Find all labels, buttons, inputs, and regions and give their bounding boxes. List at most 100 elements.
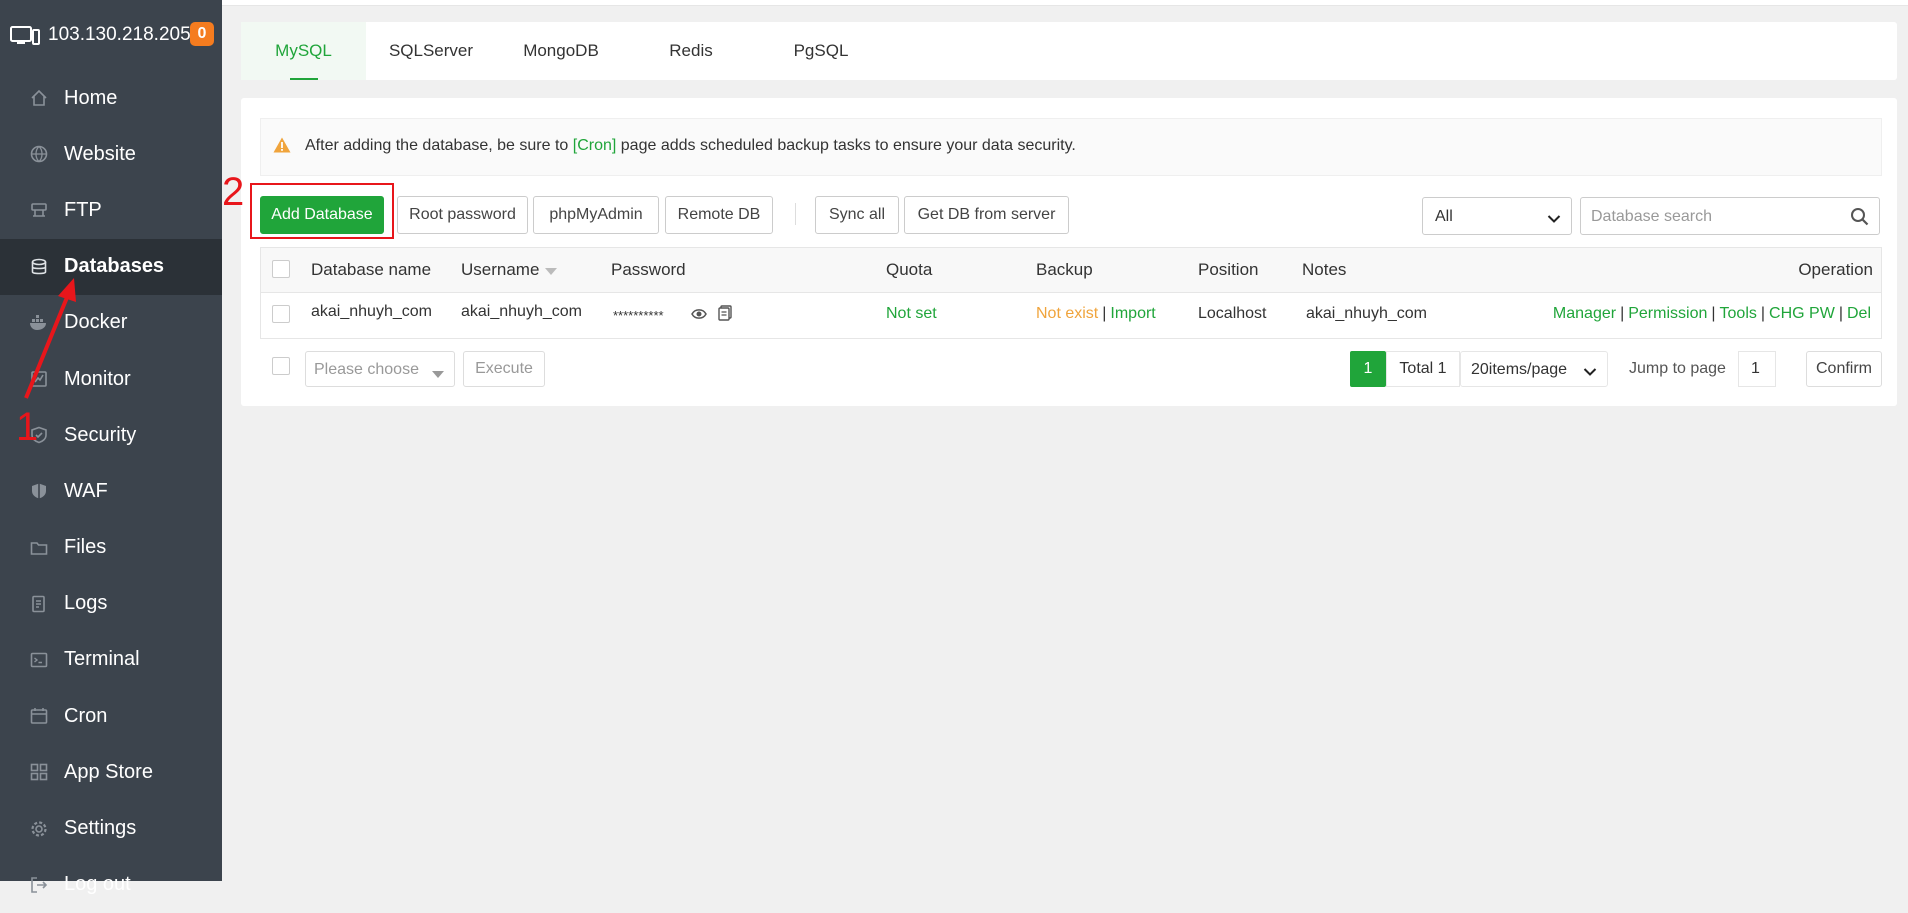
password-masked: ********** xyxy=(613,308,664,323)
logout-icon xyxy=(29,875,49,895)
sidebar-item-waf[interactable]: WAF xyxy=(0,463,222,519)
page-size-value: 20items/page xyxy=(1471,361,1568,378)
toolbar-divider xyxy=(795,203,796,225)
filter-value: All xyxy=(1435,208,1453,225)
tab-label: MongoDB xyxy=(523,41,599,60)
annotation-highlight-box xyxy=(250,183,394,239)
search-placeholder: Database search xyxy=(1591,208,1712,225)
sidebar-item-label: Terminal xyxy=(64,648,140,671)
backup-alert: After adding the database, be sure to [C… xyxy=(260,118,1882,176)
confirm-button[interactable]: Confirm xyxy=(1806,351,1882,387)
sort-caret-icon xyxy=(545,261,558,281)
db-type-tabs: MySQL SQLServer MongoDB Redis PgSQL xyxy=(241,22,1897,80)
quota-link[interactable]: Not set xyxy=(886,305,937,323)
tools-link[interactable]: Tools xyxy=(1720,305,1757,322)
calendar-icon xyxy=(29,706,49,726)
get-db-from-server-button[interactable]: Get DB from server xyxy=(904,196,1069,234)
chevron-down-icon xyxy=(1547,211,1561,229)
caret-down-icon xyxy=(432,366,444,384)
copy-icon[interactable] xyxy=(718,305,732,326)
db-name-cell: akai_nhuyh_com xyxy=(311,303,432,320)
page-size-select[interactable]: 20items/page xyxy=(1460,351,1608,387)
annotation-arrow xyxy=(24,278,76,399)
chevron-down-icon xyxy=(1583,364,1597,382)
tab-label: Redis xyxy=(669,41,713,60)
terminal-icon xyxy=(29,650,49,670)
position-cell: Localhost xyxy=(1198,305,1267,322)
db-filter-select[interactable]: All xyxy=(1422,197,1572,235)
tab-pgsql[interactable]: PgSQL xyxy=(756,22,886,80)
sidebar-item-cron[interactable]: Cron xyxy=(0,688,222,744)
root-password-button[interactable]: Root password xyxy=(397,196,528,234)
gear-icon xyxy=(29,819,49,839)
backup-status-link[interactable]: Not exist xyxy=(1036,305,1098,322)
batch-select-checkbox[interactable] xyxy=(272,357,290,375)
sidebar-item-label: Files xyxy=(64,536,107,559)
change-password-link[interactable]: CHG PW xyxy=(1769,305,1835,322)
sidebar-item-label: Log out xyxy=(64,873,131,896)
sync-all-button[interactable]: Sync all xyxy=(815,196,899,234)
permission-link[interactable]: Permission xyxy=(1628,305,1707,322)
sidebar-item-label: Cron xyxy=(64,704,108,727)
select-all-checkbox[interactable] xyxy=(272,260,290,278)
waf-shield-icon xyxy=(29,481,49,501)
sidebar-item-logs[interactable]: Logs xyxy=(0,576,222,632)
jump-to-page-label: Jump to page xyxy=(1629,360,1726,377)
grid-icon xyxy=(29,762,49,782)
sidebar-item-label: App Store xyxy=(64,760,153,783)
sidebar-item-logout[interactable]: Log out xyxy=(0,857,222,913)
cron-link[interactable]: [Cron] xyxy=(573,137,617,154)
col-quota: Quota xyxy=(886,260,933,279)
sidebar-item-terminal[interactable]: Terminal xyxy=(0,632,222,688)
sidebar-item-files[interactable]: Files xyxy=(0,520,222,576)
sidebar-item-app-store[interactable]: App Store xyxy=(0,744,222,800)
remote-db-button[interactable]: Remote DB xyxy=(665,196,773,234)
alert-text-after: page adds scheduled backup tasks to ensu… xyxy=(616,137,1076,154)
operations-cell: Manager | Permission | Tools | CHG PW | Del xyxy=(1552,305,1871,322)
logs-icon xyxy=(29,594,49,614)
sidebar-item-settings[interactable]: Settings xyxy=(0,800,222,856)
jump-page-input[interactable]: 1 xyxy=(1738,351,1776,387)
notes-cell[interactable]: akai_nhuyh_com xyxy=(1306,305,1427,323)
batch-placeholder: Please choose xyxy=(314,361,419,378)
manager-link[interactable]: Manager xyxy=(1553,305,1616,322)
tab-label: PgSQL xyxy=(793,41,849,60)
total-count: Total 1 xyxy=(1386,351,1460,387)
table-row: akai_nhuyh_com akai_nhuyh_com **********… xyxy=(261,292,1881,338)
table-header: Database name Username Password Quota Ba… xyxy=(261,248,1881,293)
tab-label: SQLServer xyxy=(388,41,474,60)
username-cell: akai_nhuyh_com xyxy=(461,303,582,320)
eye-icon[interactable] xyxy=(691,307,707,325)
col-username-label: Username xyxy=(461,260,540,279)
col-notes: Notes xyxy=(1302,260,1347,279)
tab-mysql[interactable]: MySQL xyxy=(241,22,366,80)
tab-mongodb[interactable]: MongoDB xyxy=(496,22,626,80)
sidebar-item-label: WAF xyxy=(64,479,108,502)
row-checkbox[interactable] xyxy=(272,305,290,323)
sidebar-item-label: Logs xyxy=(64,592,108,615)
import-link[interactable]: Import xyxy=(1110,305,1155,322)
col-operation: Operation xyxy=(1798,260,1873,279)
col-position: Position xyxy=(1198,260,1259,279)
search-icon[interactable] xyxy=(1850,207,1869,231)
warning-icon xyxy=(273,137,291,158)
col-password: Password xyxy=(611,260,686,279)
tab-redis[interactable]: Redis xyxy=(626,22,756,80)
sidebar-item-label: Security xyxy=(64,423,137,446)
execute-button[interactable]: Execute xyxy=(463,351,545,387)
tab-sqlserver[interactable]: SQLServer xyxy=(366,22,496,80)
top-strip xyxy=(222,0,1908,6)
tab-label: MySQL xyxy=(275,41,332,60)
batch-action-select[interactable]: Please choose xyxy=(305,351,455,387)
current-page-button[interactable]: 1 xyxy=(1350,351,1386,387)
database-table: Database name Username Password Quota Ba… xyxy=(260,247,1882,339)
phpmyadmin-button[interactable]: phpMyAdmin xyxy=(533,196,659,234)
database-search-input[interactable]: Database search xyxy=(1580,197,1880,235)
sidebar-item-label: Settings xyxy=(64,817,137,840)
alert-text-before: After adding the database, be sure to xyxy=(305,137,573,154)
notification-badge[interactable]: 0 xyxy=(190,22,214,46)
col-username[interactable]: Username xyxy=(461,260,558,281)
delete-link[interactable]: Del xyxy=(1847,305,1871,322)
col-backup: Backup xyxy=(1036,260,1093,279)
active-tab-indicator xyxy=(289,78,318,80)
